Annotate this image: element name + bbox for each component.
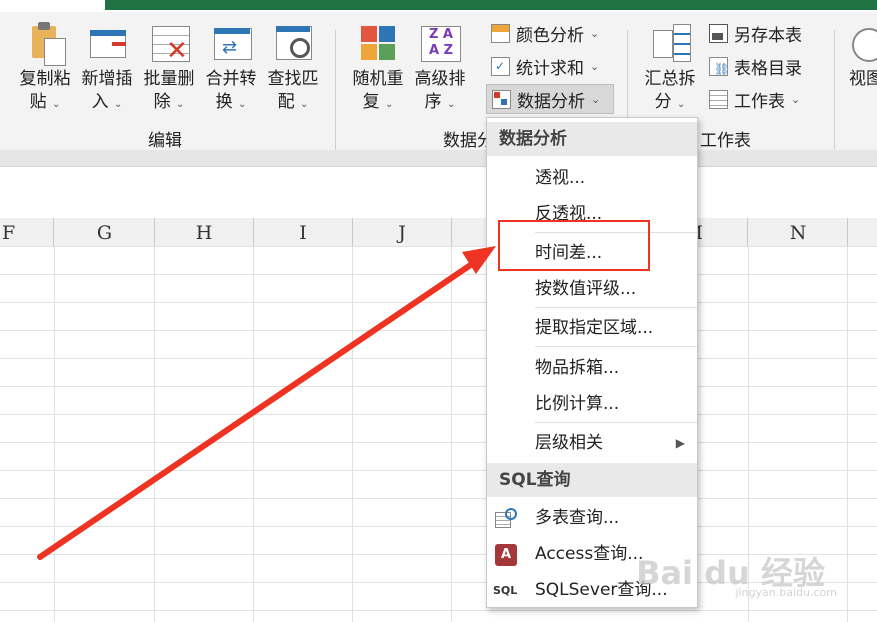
watermark-url: jingyan.baidu.com <box>735 586 837 599</box>
annotation-arrow <box>37 246 496 560</box>
arrow-shaft <box>37 261 475 560</box>
